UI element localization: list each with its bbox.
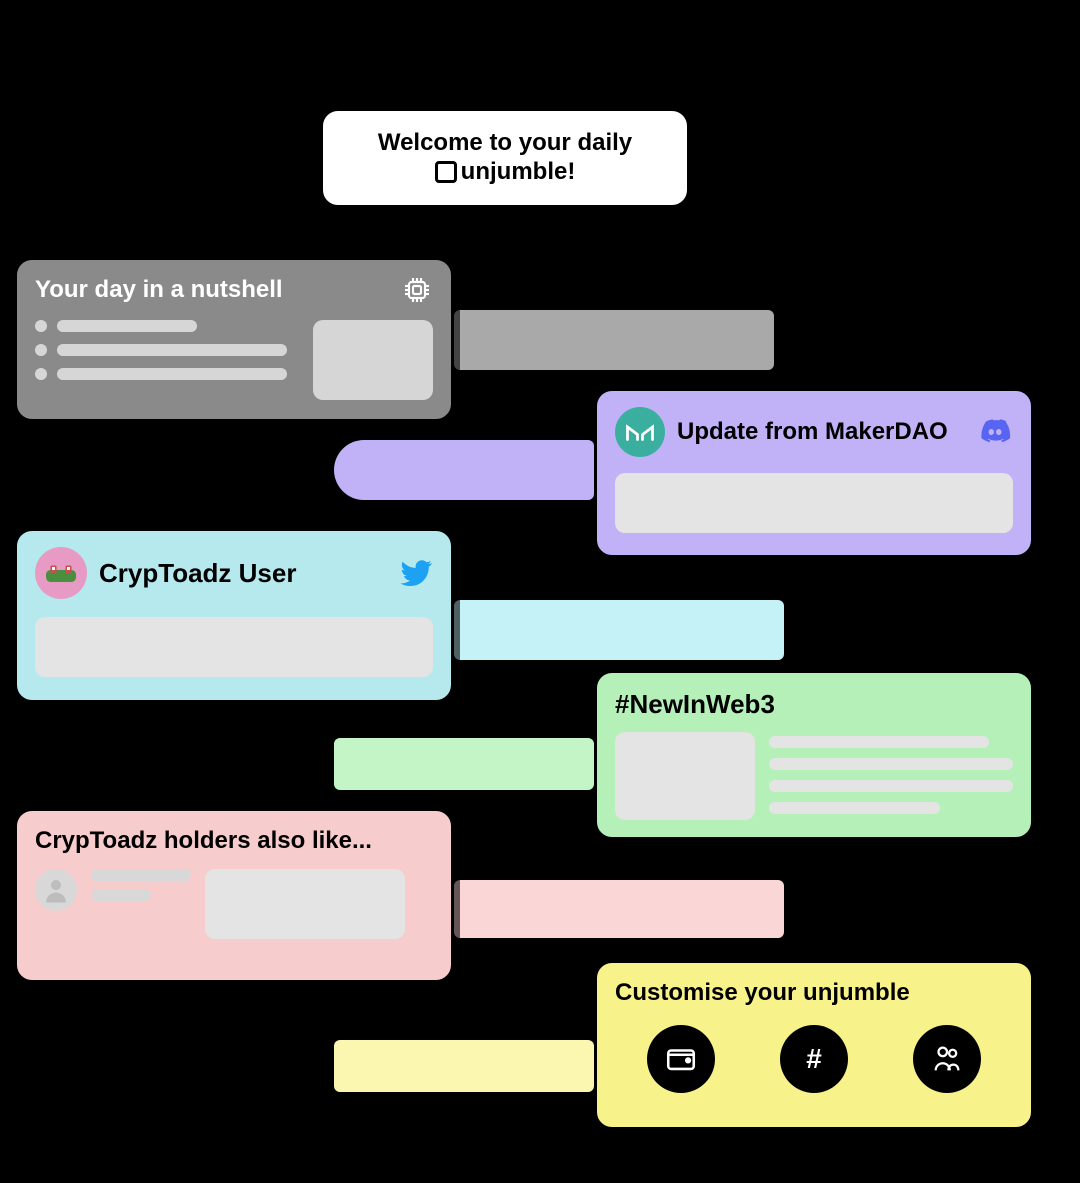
newinweb3-lines: [769, 732, 1013, 820]
custom-trail: [334, 1040, 594, 1092]
person-icon: [35, 869, 77, 911]
welcome-line1: Welcome to your daily: [378, 129, 632, 158]
cryptoadz-title: CrypToadz User: [99, 558, 387, 589]
maker-card[interactable]: Update from MakerDAO: [594, 388, 1034, 558]
nutshell-card[interactable]: Your day in a nutshell: [14, 257, 454, 422]
newinweb3-title: #NewInWeb3: [615, 689, 1013, 720]
customise-title: Customise your unjumble: [615, 979, 1013, 1007]
holders-card[interactable]: CrypToadz holders also like...: [14, 808, 454, 983]
nutshell-bullets: [35, 320, 301, 400]
toadz-trail: [454, 600, 784, 660]
nutshell-title: Your day in a nutshell: [35, 276, 283, 304]
web3-trail: [334, 738, 594, 790]
nutshell-thumbnail: [313, 320, 433, 400]
hashtag-icon[interactable]: #: [780, 1025, 848, 1093]
maker-logo-icon: [615, 407, 665, 457]
wallet-icon[interactable]: [647, 1025, 715, 1093]
chip-icon: [401, 274, 433, 306]
twitter-icon: [399, 556, 433, 590]
maker-trail: [334, 440, 594, 500]
newinweb3-card[interactable]: #NewInWeb3: [594, 670, 1034, 840]
people-icon[interactable]: [913, 1025, 981, 1093]
holders-title: CrypToadz holders also like...: [35, 827, 433, 855]
nutshell-trail: [454, 310, 774, 370]
brand-square-icon: [435, 161, 457, 183]
holders-text-lines: [91, 869, 191, 901]
discord-icon: [977, 414, 1013, 450]
holders-trail: [454, 880, 784, 938]
hashtag-glyph: #: [806, 1043, 822, 1075]
welcome-card: Welcome to your daily unjumble!: [320, 108, 690, 208]
cryptoadz-content-placeholder: [35, 617, 433, 677]
holders-content-placeholder: [205, 869, 405, 939]
customise-card[interactable]: Customise your unjumble #: [594, 960, 1034, 1130]
maker-title: Update from MakerDAO: [677, 418, 965, 446]
welcome-brand: unjumble!: [461, 158, 576, 187]
newinweb3-image-placeholder: [615, 732, 755, 820]
maker-content-placeholder: [615, 473, 1013, 533]
cryptoadz-card[interactable]: CrypToadz User: [14, 528, 454, 703]
cryptoadz-avatar-icon: [35, 547, 87, 599]
